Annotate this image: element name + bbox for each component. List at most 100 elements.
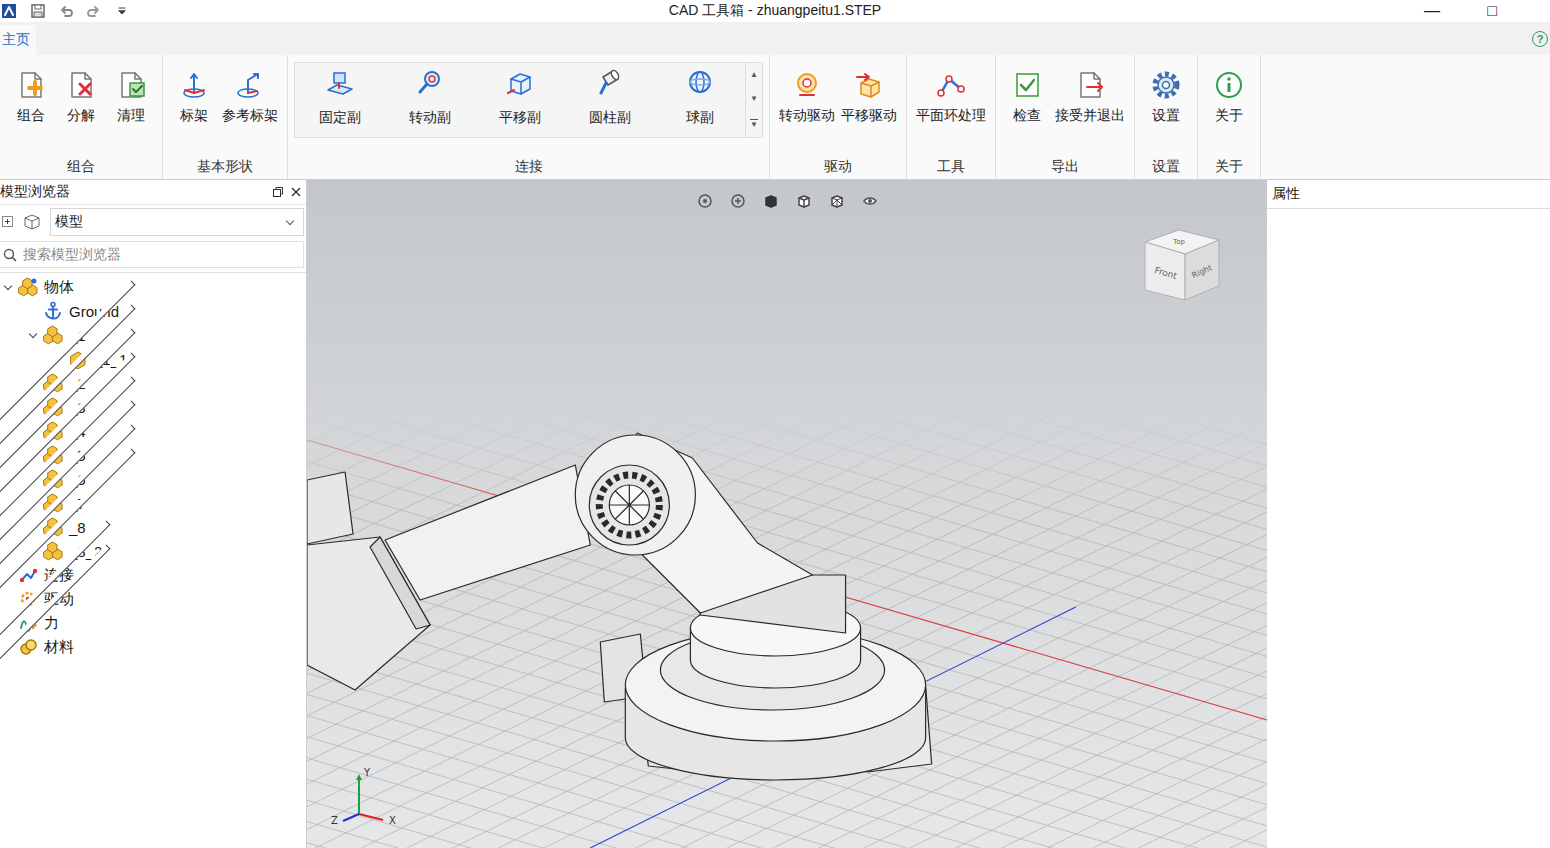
tree-toggle[interactable] xyxy=(25,327,41,343)
grid-line xyxy=(307,180,1267,848)
ribbon-button[interactable]: 关于 xyxy=(1204,69,1254,158)
ribbon-group: 固定副转动副平移副圆柱副球副▲▼▼连接 xyxy=(288,55,770,179)
ribbon-button[interactable]: 球副 xyxy=(655,63,745,137)
close-panel-icon[interactable] xyxy=(290,186,302,198)
window-control-button[interactable]: — xyxy=(1402,1,1462,21)
ribbon-button[interactable]: 接受并退出 xyxy=(1052,69,1128,158)
grid-line xyxy=(307,262,1267,848)
ribbon-button[interactable]: 标架 xyxy=(169,69,219,158)
tree-item[interactable]: _8_2 xyxy=(0,539,306,563)
tree-toggle[interactable] xyxy=(25,423,41,439)
grid-line xyxy=(307,180,1267,848)
panel-header: 模型浏览器 xyxy=(0,180,306,205)
grid-line xyxy=(307,195,1267,848)
wireframe-view-icon[interactable] xyxy=(829,193,845,209)
tree-item[interactable]: 物体 xyxy=(0,275,306,299)
tree-toggle[interactable] xyxy=(0,279,16,295)
tree-toggle[interactable] xyxy=(25,471,41,487)
ribbon-button[interactable]: 固定副 xyxy=(295,63,385,137)
ribbon-button-label: 球副 xyxy=(686,109,714,127)
tree-item[interactable]: 材料 xyxy=(0,635,306,659)
3d-viewport[interactable]: TopFrontRightYXZ xyxy=(307,180,1267,848)
grid-line xyxy=(307,180,1267,848)
tree-item[interactable]: 力 xyxy=(0,611,306,635)
robot-arm-model[interactable] xyxy=(307,433,932,780)
gallery-scroll-button[interactable]: ▲ xyxy=(750,70,758,80)
grid-line xyxy=(307,180,1267,848)
grid-line xyxy=(307,180,1267,848)
grid-line xyxy=(307,329,1267,848)
ribbon-button-label: 平面环处理 xyxy=(916,107,986,125)
fit-view-icon[interactable] xyxy=(697,193,713,209)
tree-toggle[interactable] xyxy=(25,495,41,511)
tree-toggle[interactable] xyxy=(25,375,41,391)
axis-label: Z xyxy=(331,815,338,826)
expand-all-icon[interactable] xyxy=(2,216,14,228)
cad-toolbox-window: CAD 工具箱 - zhuangpeitu1.STEP—□主页?组合分解清理组合… xyxy=(0,0,1550,848)
scene-canvas[interactable] xyxy=(307,180,1267,848)
ribbon-tab[interactable]: 主页 xyxy=(0,25,36,55)
ribbon-button[interactable]: 平面环处理 xyxy=(913,69,989,158)
ribbon-button[interactable]: 转动副 xyxy=(385,63,475,137)
shaded-view-icon[interactable] xyxy=(796,193,812,209)
ribbon-button[interactable]: 圆柱副 xyxy=(565,63,655,137)
grid-line xyxy=(307,180,1267,848)
ribbon-button-row: 转动驱动平移驱动 xyxy=(776,55,900,158)
ribbon-button[interactable]: 检查 xyxy=(1002,69,1052,158)
grid-line xyxy=(307,180,1267,704)
visibility-eye-icon[interactable] xyxy=(862,193,878,209)
zoom-icon[interactable] xyxy=(730,193,746,209)
tree-toggle[interactable] xyxy=(25,519,41,535)
save-icon[interactable] xyxy=(30,3,46,19)
customize-dropdown-icon[interactable] xyxy=(114,3,130,19)
grid-line xyxy=(307,180,1267,848)
float-panel-icon[interactable] xyxy=(272,186,284,198)
redo-icon[interactable] xyxy=(86,3,102,19)
tree-item[interactable]: Ground xyxy=(0,299,306,323)
ribbon-button[interactable]: 清理 xyxy=(106,69,156,158)
revolute-joint-icon xyxy=(414,67,446,99)
window-control-button[interactable]: □ xyxy=(1462,1,1522,21)
check-icon xyxy=(1011,69,1043,101)
gear-icon xyxy=(1150,69,1182,101)
grid-line xyxy=(463,191,1267,848)
view-cube-right-face[interactable] xyxy=(1185,240,1219,300)
tree-toggle[interactable] xyxy=(25,543,41,559)
grid-line xyxy=(307,569,1267,848)
gallery-scroll-button[interactable]: ▼ xyxy=(750,119,758,130)
tree-toggle[interactable] xyxy=(25,399,41,415)
ribbon-button[interactable]: 转动驱动 xyxy=(776,69,838,158)
hub-spokes xyxy=(609,485,649,525)
ribbon-button[interactable]: 平移副 xyxy=(475,63,565,137)
browser-search[interactable]: 搜索模型浏览器 xyxy=(0,241,304,268)
ribbon-button-label: 设置 xyxy=(1152,107,1180,125)
ribbon-button[interactable]: 组合 xyxy=(6,69,56,158)
app-logo-icon[interactable] xyxy=(2,3,18,19)
solid-view-icon[interactable] xyxy=(763,193,779,209)
ribbon-button[interactable]: 分解 xyxy=(56,69,106,158)
grid-line xyxy=(307,288,1267,848)
grid-line xyxy=(307,180,1267,848)
planar-loop-icon xyxy=(935,69,967,101)
tree-toggle[interactable] xyxy=(0,639,16,655)
grid-line xyxy=(307,180,1267,691)
ribbon-button[interactable]: 设置 xyxy=(1141,69,1191,158)
search-icon xyxy=(3,248,17,262)
tree-item[interactable]: _1 xyxy=(0,323,306,347)
view-select[interactable]: 模型 xyxy=(50,208,304,236)
grid-line xyxy=(307,208,1267,848)
ribbon-button[interactable]: 参考标架 xyxy=(219,69,281,158)
ribbon-tab-bar: 主页? xyxy=(0,22,1550,55)
undo-icon[interactable] xyxy=(58,3,74,19)
grid-line xyxy=(307,180,1267,757)
help-button[interactable]: ? xyxy=(1532,31,1548,47)
grid-line xyxy=(307,180,1267,848)
tree-toggle[interactable] xyxy=(0,615,16,631)
window-title: CAD 工具箱 - zhuangpeitu1.STEP xyxy=(669,2,881,20)
ribbon-button[interactable]: 平移驱动 xyxy=(838,69,900,158)
frame-icon xyxy=(178,69,210,101)
view-cube-front-face[interactable] xyxy=(1145,242,1185,300)
tree-toggle[interactable] xyxy=(25,447,41,463)
view-cube[interactable]: TopFrontRight xyxy=(1139,220,1223,304)
gallery-scroll-button[interactable]: ▼ xyxy=(750,94,758,104)
